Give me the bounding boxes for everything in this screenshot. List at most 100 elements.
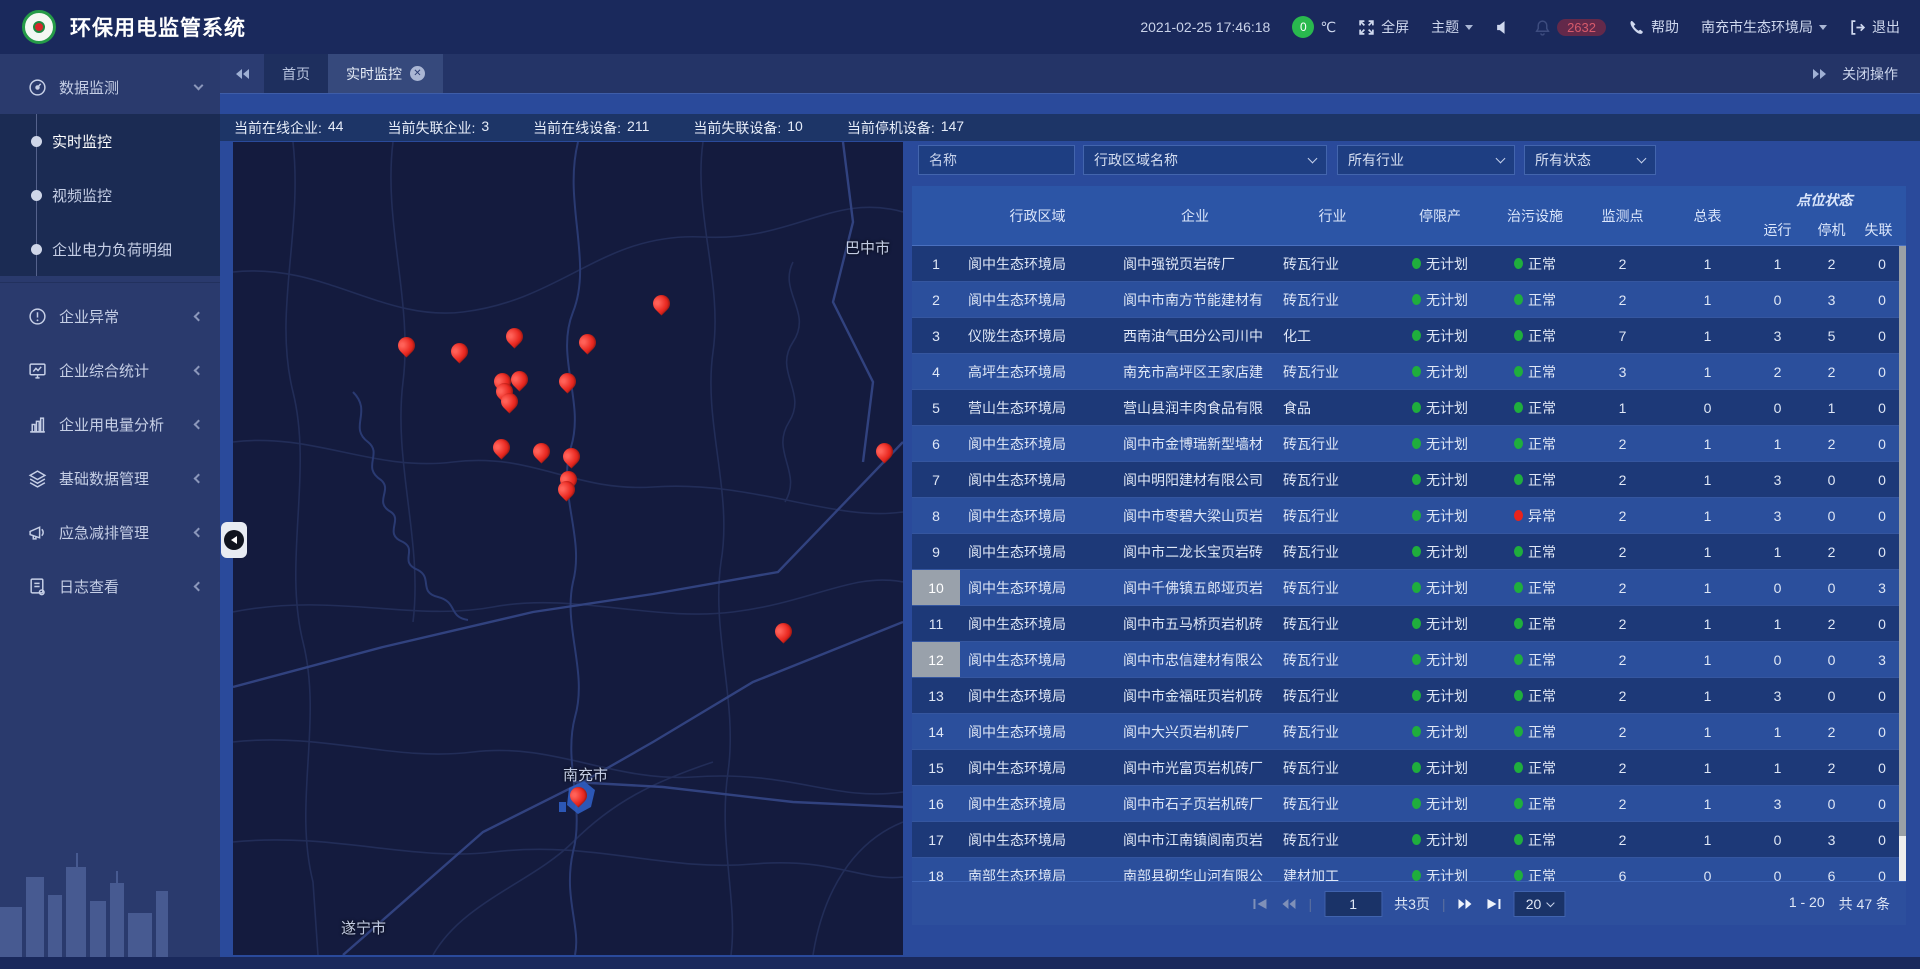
- alert-circle-icon: [28, 307, 47, 326]
- table-row[interactable]: 4 高坪生态环境局 南充市高坪区王家店建 砖瓦行业 无计划 正常 3 1 2 2…: [912, 354, 1906, 390]
- status-filter-select[interactable]: 所有状态: [1524, 145, 1656, 175]
- chevron-down-icon: [1819, 25, 1827, 30]
- table-row[interactable]: 11 阆中生态环境局 阆中市五马桥页岩机砖 砖瓦行业 无计划 正常 2 1 1 …: [912, 606, 1906, 642]
- name-filter-field[interactable]: [918, 145, 1075, 175]
- stats-bar: 当前在线企业: 44 当前失联企业: 3 当前在线设备: 211 当前失联设备:…: [220, 114, 1920, 141]
- table-row[interactable]: 18 南部生态环境局 南部县砌华山河有限公 建材加工 无计划 正常 6 0 0 …: [912, 858, 1906, 881]
- sidebar-item-enterprise-abnormal[interactable]: 企业异常: [0, 289, 220, 343]
- tab-home[interactable]: 首页: [264, 54, 328, 93]
- sidebar-item-log-view[interactable]: 日志查看: [0, 559, 220, 613]
- cell-stopped: 2: [1805, 714, 1858, 749]
- map-collapse-toggle[interactable]: [221, 522, 247, 558]
- sidebar-item-data-monitoring[interactable]: 数据监测: [0, 60, 220, 114]
- sidebar-item-realtime-monitoring[interactable]: 实时监控: [0, 114, 220, 168]
- cell-running: 1: [1750, 534, 1805, 569]
- sidebar-item-basic-data-management[interactable]: 基础数据管理: [0, 451, 220, 505]
- table-row[interactable]: 9 阆中生态环境局 阆中市二龙长宝页岩砖 砖瓦行业 无计划 正常 2 1 1 2…: [912, 534, 1906, 570]
- map-pin-icon[interactable]: [489, 435, 513, 459]
- cell-stopped: 2: [1805, 426, 1858, 461]
- map-pin-icon[interactable]: [394, 333, 418, 357]
- sidebar-item-emergency-reduction[interactable]: 应急减排管理: [0, 505, 220, 559]
- table-row[interactable]: 2 阆中生态环境局 阆中市南方节能建材有 砖瓦行业 无计划 正常 2 1 0 3…: [912, 282, 1906, 318]
- map-pin-icon[interactable]: [529, 439, 553, 463]
- cell-company: 营山县润丰肉食品有限: [1115, 390, 1275, 425]
- next-page-button[interactable]: [1458, 898, 1474, 910]
- tab-close-icon[interactable]: ✕: [410, 66, 425, 81]
- cell-facility-status: 正常: [1490, 354, 1580, 389]
- status-dot-icon: [1514, 798, 1523, 809]
- map-pin-icon[interactable]: [872, 439, 896, 463]
- map-pin-icon[interactable]: [502, 324, 526, 348]
- map-pin-icon[interactable]: [649, 291, 673, 315]
- map-pin-icon[interactable]: [771, 619, 795, 643]
- map-pin-icon[interactable]: [555, 369, 579, 393]
- table-row[interactable]: 7 阆中生态环境局 阆中明阳建材有限公司 砖瓦行业 无计划 正常 2 1 3 0…: [912, 462, 1906, 498]
- help-button[interactable]: 帮助: [1628, 17, 1679, 37]
- pager-divider: |: [1442, 896, 1446, 912]
- last-page-button[interactable]: [1486, 898, 1502, 910]
- cell-stop-status: 无计划: [1390, 858, 1490, 881]
- user-menu[interactable]: 南充市生态环境局: [1701, 17, 1827, 37]
- map-panel[interactable]: 巴中市南充市遂宁市: [233, 142, 903, 955]
- table-row[interactable]: 13 阆中生态环境局 阆中市金福旺页岩机砖 砖瓦行业 无计划 正常 2 1 3 …: [912, 678, 1906, 714]
- map-pin-icon[interactable]: [447, 339, 471, 363]
- page-number-input[interactable]: 1: [1324, 891, 1382, 917]
- sidebar-item-power-usage-analysis[interactable]: 企业用电量分析: [0, 397, 220, 451]
- cell-facility-status: 异常: [1490, 498, 1580, 533]
- table-row[interactable]: 5 营山生态环境局 营山县润丰肉食品有限 食品 无计划 正常 1 0 0 1 0: [912, 390, 1906, 426]
- map-pin-icon[interactable]: [559, 444, 583, 468]
- region-filter-value: 行政区域名称: [1094, 150, 1178, 170]
- industry-filter-select[interactable]: 所有行业: [1337, 145, 1515, 175]
- name-filter-input[interactable]: [929, 152, 1064, 168]
- cell-company: 阆中市五马桥页岩机砖: [1115, 606, 1275, 641]
- double-chevron-right-icon[interactable]: [1812, 68, 1828, 80]
- cell-monitor-points: 2: [1580, 750, 1665, 785]
- close-operations-button[interactable]: 关闭操作: [1842, 64, 1898, 84]
- cell-industry: 砖瓦行业: [1275, 498, 1390, 533]
- col-stop-limit: 停限产: [1390, 186, 1490, 245]
- row-number: 11: [912, 606, 960, 641]
- sidebar-item-video-monitoring[interactable]: 视频监控: [0, 168, 220, 222]
- cell-region: 阆中生态环境局: [960, 750, 1115, 785]
- table-row[interactable]: 6 阆中生态环境局 阆中市金博瑞新型墙材 砖瓦行业 无计划 正常 2 1 1 2…: [912, 426, 1906, 462]
- fullscreen-button[interactable]: 全屏: [1358, 17, 1409, 37]
- status-dot-icon: [1412, 870, 1421, 881]
- cell-industry: 砖瓦行业: [1275, 642, 1390, 677]
- sidebar: 数据监测 实时监控 视频监控 企业电力负荷明细: [0, 54, 220, 969]
- logout-button[interactable]: 退出: [1849, 17, 1900, 37]
- sidebar-item-power-load-detail[interactable]: 企业电力负荷明细: [0, 222, 220, 276]
- table-row[interactable]: 10 阆中生态环境局 阆中千佛镇五郎垭页岩 砖瓦行业 无计划 正常 2 1 0 …: [912, 570, 1906, 606]
- table-row[interactable]: 12 阆中生态环境局 阆中市忠信建材有限公 砖瓦行业 无计划 正常 2 1 0 …: [912, 642, 1906, 678]
- cell-facility-status: 正常: [1490, 462, 1580, 497]
- map-pin-icon[interactable]: [575, 330, 599, 354]
- table-row[interactable]: 17 阆中生态环境局 阆中市江南镇阆南页岩 砖瓦行业 无计划 正常 2 1 0 …: [912, 822, 1906, 858]
- status-dot-icon: [1514, 762, 1523, 773]
- cell-stop-status: 无计划: [1390, 498, 1490, 533]
- table-row[interactable]: 3 仪陇生态环境局 西南油气田分公司川中 化工 无计划 正常 7 1 3 5 0: [912, 318, 1906, 354]
- table-body: 1 阆中生态环境局 阆中强锐页岩砖厂 砖瓦行业 无计划 正常 2 1 1 2 0…: [912, 246, 1906, 881]
- table-row[interactable]: 16 阆中生态环境局 阆中市石子页岩机砖厂 砖瓦行业 无计划 正常 2 1 3 …: [912, 786, 1906, 822]
- col-monitor-points: 监测点: [1580, 186, 1665, 245]
- table-row[interactable]: 15 阆中生态环境局 阆中市光富页岩机砖厂 砖瓦行业 无计划 正常 2 1 1 …: [912, 750, 1906, 786]
- table-row[interactable]: 1 阆中生态环境局 阆中强锐页岩砖厂 砖瓦行业 无计划 正常 2 1 1 2 0: [912, 246, 1906, 282]
- theme-menu[interactable]: 主题: [1431, 17, 1473, 37]
- region-filter-select[interactable]: 行政区域名称: [1083, 145, 1327, 175]
- map-pin-icon[interactable]: [566, 783, 590, 807]
- chevron-left-icon: [194, 473, 204, 483]
- previous-page-button[interactable]: [1280, 898, 1296, 910]
- scrollbar-thumb[interactable]: [1899, 246, 1906, 836]
- tabs-scroll-left-button[interactable]: [220, 54, 264, 93]
- status-dot-icon: [1412, 366, 1421, 377]
- table-row[interactable]: 8 阆中生态环境局 阆中市枣碧大梁山页岩 砖瓦行业 无计划 异常 2 1 3 0…: [912, 498, 1906, 534]
- cell-region: 阆中生态环境局: [960, 426, 1115, 461]
- notifications[interactable]: 2632: [1534, 19, 1606, 36]
- mute-button[interactable]: [1495, 19, 1512, 36]
- tab-realtime-monitoring[interactable]: 实时监控 ✕: [328, 54, 443, 93]
- page-size-select[interactable]: 20: [1514, 891, 1566, 917]
- logout-label: 退出: [1872, 17, 1900, 37]
- first-page-button[interactable]: [1252, 898, 1268, 910]
- sidebar-item-enterprise-statistics[interactable]: 企业综合统计: [0, 343, 220, 397]
- log-document-icon: [28, 577, 47, 596]
- table-row[interactable]: 14 阆中生态环境局 阆中大兴页岩机砖厂 砖瓦行业 无计划 正常 2 1 1 2…: [912, 714, 1906, 750]
- table-scrollbar[interactable]: [1899, 246, 1906, 881]
